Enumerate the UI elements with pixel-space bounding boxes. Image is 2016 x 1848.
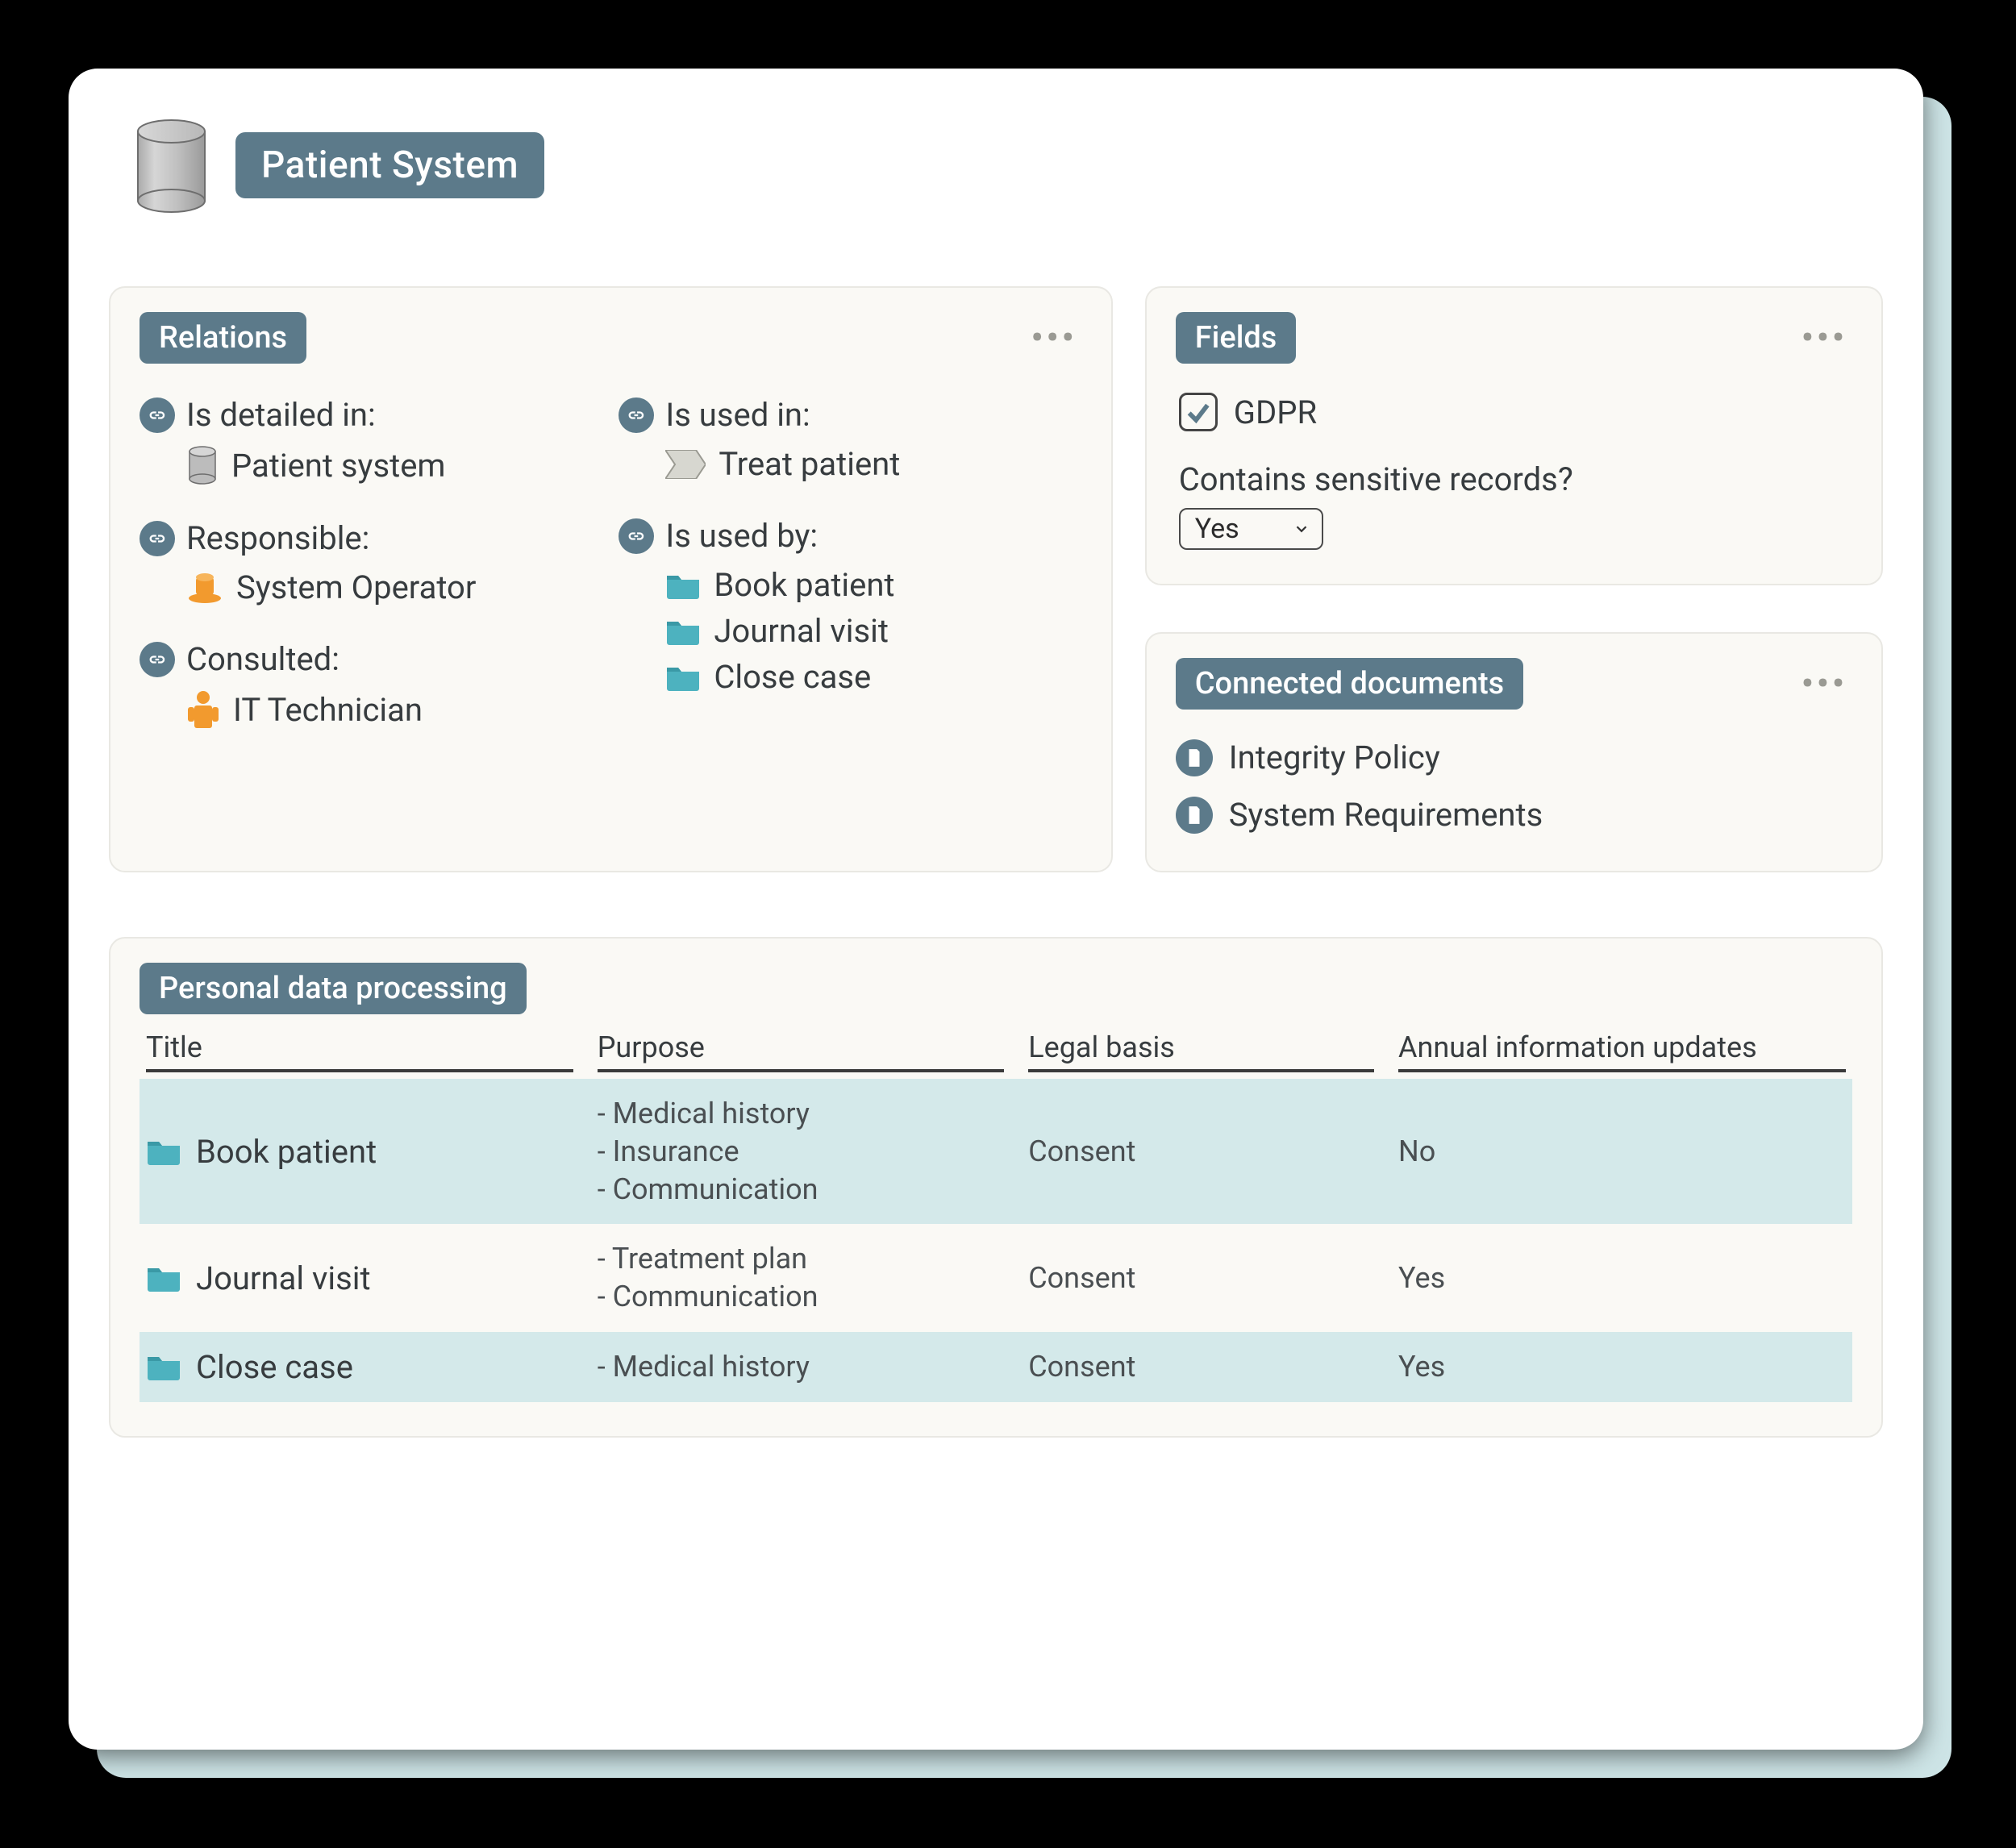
relation-group: Is used by: Book patient J [619, 517, 1081, 696]
row-title: Close case [196, 1348, 353, 1386]
relation-group: Responsible: System Operator [140, 519, 602, 606]
relations-panel: Relations ••• Is detailed in: [109, 286, 1113, 872]
relations-title: Relations [140, 312, 306, 364]
fields-title: Fields [1176, 312, 1297, 364]
relation-label: Is used by: [665, 517, 818, 555]
relations-left-col: Is detailed in: Patient system [140, 396, 602, 738]
relation-group: Is used in: Treat patient [619, 396, 1081, 483]
relations-menu-button[interactable]: ••• [1031, 330, 1081, 347]
chevron-down-icon [1293, 520, 1310, 538]
folder-icon [665, 617, 701, 646]
page-title: Patient System [235, 132, 544, 198]
personal-data-processing-panel: Personal data processing Title Purpose L… [109, 937, 1883, 1438]
row-purpose: - Treatment plan- Communication [598, 1240, 1005, 1316]
row-legal-basis: Consent [1028, 1134, 1374, 1168]
role-hat-icon [186, 569, 223, 606]
arrow-tag-icon [665, 450, 706, 479]
col-head-legal-basis: Legal basis [1028, 1030, 1374, 1072]
relation-value: IT Technician [233, 691, 423, 729]
fields-panel: Fields ••• GDPR Contains sensitive recor… [1145, 286, 1883, 585]
row-annual: Yes [1398, 1261, 1846, 1295]
link-icon [140, 397, 175, 433]
pdp-header-row: Title Purpose Legal basis Annual informa… [140, 1030, 1852, 1079]
document-item[interactable]: System Requirements [1176, 796, 1852, 834]
table-row[interactable]: Book patient - Medical history- Insuranc… [140, 1079, 1852, 1224]
cylinder-small-icon [186, 445, 219, 485]
relation-label: Is detailed in: [186, 396, 376, 434]
relation-value: Patient system [231, 447, 446, 485]
connected-documents-panel: Connected documents ••• Integrity Policy… [1145, 632, 1883, 872]
row-title: Journal visit [196, 1259, 371, 1297]
relation-value: Close case [714, 658, 871, 696]
link-icon [619, 518, 654, 554]
sensitive-records-question: Contains sensitive records? [1179, 460, 1852, 498]
link-icon [140, 642, 175, 677]
document-label: System Requirements [1229, 796, 1543, 834]
relation-item[interactable]: System Operator [140, 568, 602, 606]
relation-item[interactable]: Close case [619, 658, 1081, 696]
table-row[interactable]: Close case - Medical history Consent Yes [140, 1332, 1852, 1402]
row-purpose: - Medical history [598, 1348, 1005, 1386]
folder-icon [146, 1352, 181, 1381]
relation-item[interactable]: Book patient [619, 566, 1081, 604]
gdpr-checkbox[interactable] [1179, 393, 1218, 431]
document-item[interactable]: Integrity Policy [1176, 739, 1852, 776]
document-label: Integrity Policy [1229, 739, 1440, 776]
folder-icon [665, 663, 701, 692]
relation-item[interactable]: Journal visit [619, 612, 1081, 650]
relation-value: Book patient [714, 566, 894, 604]
document-icon [1176, 739, 1213, 776]
relation-item[interactable]: Patient system [140, 445, 602, 485]
gdpr-label: GDPR [1234, 393, 1317, 431]
personal-data-processing-title: Personal data processing [140, 963, 527, 1014]
col-head-title: Title [146, 1030, 573, 1072]
person-icon [186, 689, 220, 730]
row-legal-basis: Consent [1028, 1261, 1374, 1295]
relation-group: Is detailed in: Patient system [140, 396, 602, 485]
relation-item[interactable]: IT Technician [140, 689, 602, 730]
relation-label: Responsible: [186, 519, 369, 557]
select-value: Yes [1195, 513, 1239, 545]
row-purpose: - Medical history- Insurance- Communicat… [598, 1095, 1005, 1208]
content-grid: Relations ••• Is detailed in: [109, 286, 1883, 872]
link-icon [140, 521, 175, 556]
relation-group: Consulted: IT Techni [140, 640, 602, 730]
link-icon [619, 397, 654, 433]
sensitive-records-select[interactable]: Yes [1179, 508, 1323, 550]
row-annual: No [1398, 1134, 1846, 1168]
relation-item[interactable]: Treat patient [619, 445, 1081, 483]
connected-documents-title: Connected documents [1176, 658, 1524, 710]
relation-value: Journal visit [714, 612, 889, 650]
col-head-annual: Annual information updates [1398, 1030, 1846, 1072]
connected-documents-menu-button[interactable]: ••• [1801, 676, 1852, 693]
folder-icon [146, 1137, 181, 1166]
row-legal-basis: Consent [1028, 1350, 1374, 1384]
folder-icon [665, 571, 701, 600]
fields-menu-button[interactable]: ••• [1801, 330, 1852, 347]
main-card: Patient System Relations ••• Is detailed… [69, 69, 1923, 1750]
row-title: Book patient [196, 1133, 377, 1171]
database-cylinder-icon [133, 117, 210, 214]
document-icon [1176, 797, 1213, 834]
table-row[interactable]: Journal visit - Treatment plan- Communic… [140, 1224, 1852, 1332]
row-annual: Yes [1398, 1350, 1846, 1384]
relation-value: Treat patient [719, 445, 900, 483]
relation-label: Is used in: [665, 396, 810, 434]
relation-label: Consulted: [186, 640, 339, 678]
page-header: Patient System [109, 117, 1883, 214]
relations-right-col: Is used in: Treat patient [619, 396, 1081, 738]
relation-value: System Operator [236, 568, 476, 606]
folder-icon [146, 1263, 181, 1292]
col-head-purpose: Purpose [598, 1030, 1005, 1072]
